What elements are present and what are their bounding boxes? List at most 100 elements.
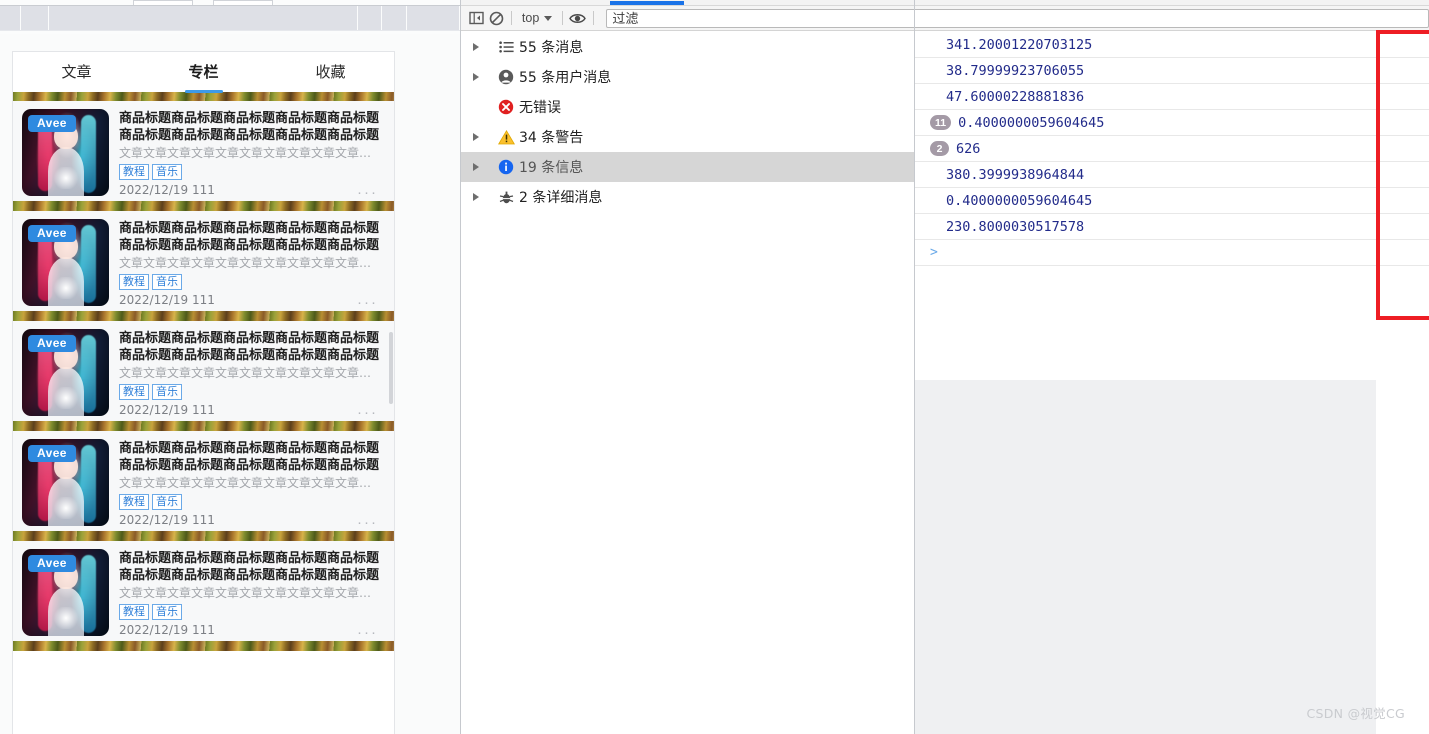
live-expression-icon[interactable]: [568, 7, 588, 29]
avee-badge: Avee: [28, 555, 76, 572]
console-message-row[interactable]: 230.8000030517578: [914, 214, 1429, 240]
console-message-row[interactable]: 2 626: [914, 136, 1429, 162]
tree-row-label: 2 条详细消息: [519, 190, 603, 206]
console-message-row[interactable]: 380.3999938964844: [914, 162, 1429, 188]
card-tag[interactable]: 教程: [119, 604, 149, 620]
card-thumbnail[interactable]: Avee: [22, 329, 109, 416]
card-thumbnail[interactable]: Avee: [22, 109, 109, 196]
toolbar-block-1[interactable]: [0, 6, 20, 30]
toolbar-separator: [592, 11, 594, 25]
console-value: 38.79999923706055: [946, 62, 1085, 79]
console-value: 626: [956, 140, 981, 157]
card-tag[interactable]: 音乐: [152, 384, 182, 400]
expand-arrow-icon[interactable]: [473, 193, 493, 201]
divider-strip-2: [13, 311, 394, 321]
list-item[interactable]: Avee 商品标题商品标题商品标题商品标题商品标题商品标题商品标题商品标题商品标…: [13, 541, 394, 641]
card-tag[interactable]: 教程: [119, 494, 149, 510]
toolbar-bottom-divider: [0, 30, 461, 31]
clear-console-icon[interactable]: [487, 7, 507, 29]
preview-scrollbar[interactable]: [389, 92, 394, 734]
sidebar-toggle-icon[interactable]: [467, 7, 487, 29]
toolbar-block-3[interactable]: [49, 6, 357, 30]
list-icon: [493, 41, 519, 53]
tree-row-info[interactable]: 19 条信息: [461, 152, 914, 182]
card-desc: 文章文章文章文章文章文章文章文章文章文章…: [119, 366, 372, 380]
card-desc: 文章文章文章文章文章文章文章文章文章文章…: [119, 586, 372, 600]
list-item[interactable]: Avee 商品标题商品标题商品标题商品标题商品标题商品标题商品标题商品标题商品标…: [13, 431, 394, 531]
console-value: 380.3999938964844: [946, 166, 1085, 183]
console-message-row[interactable]: 11 0.4000000059604645: [914, 110, 1429, 136]
card-title: 商品标题商品标题商品标题商品标题商品标题商品标题商品标题商品标题商品标题商品标题…: [119, 551, 380, 583]
devtools-pane: top 过滤 55 条消息 55 条用户消息 无错误 34 条警告 19 条信息…: [461, 0, 1429, 734]
card-date: 2022/12/19 111: [119, 183, 215, 197]
card-more-icon[interactable]: ···: [357, 515, 378, 530]
console-prompt-row[interactable]: >: [914, 240, 1429, 266]
toolbar-block-4[interactable]: [358, 6, 381, 30]
console-message-row[interactable]: 38.79999923706055: [914, 58, 1429, 84]
tab-zhuanlan[interactable]: 专栏: [140, 52, 267, 93]
card-more-icon[interactable]: ···: [357, 185, 378, 200]
expand-arrow-icon[interactable]: [473, 133, 493, 141]
list-item[interactable]: Avee 商品标题商品标题商品标题商品标题商品标题商品标题商品标题商品标题商品标…: [13, 211, 394, 311]
tree-row-label: 55 条消息: [519, 40, 584, 56]
console-message-row[interactable]: 47.60000228881836: [914, 84, 1429, 110]
prompt-chevron-icon: >: [930, 245, 938, 260]
card-tags: 教程 音乐: [119, 384, 385, 400]
console-toolbar: top 过滤: [461, 6, 1429, 31]
list-item[interactable]: Avee 商品标题商品标题商品标题商品标题商品标题商品标题商品标题商品标题商品标…: [13, 321, 394, 421]
card-body: 商品标题商品标题商品标题商品标题商品标题商品标题商品标题商品标题商品标题商品标题…: [119, 219, 385, 307]
console-column-divider: [914, 0, 915, 734]
tree-row-errors[interactable]: 无错误: [461, 92, 914, 122]
preview-scrollbar-thumb[interactable]: [389, 332, 393, 404]
list-item[interactable]: Avee 商品标题商品标题商品标题商品标题商品标题商品标题商品标题商品标题商品标…: [13, 101, 394, 201]
device-preview-pane: 文章 专栏 收藏 Avee 商品标题商品标题商品标题商品标题商品标题商品标题商品…: [0, 34, 461, 734]
toolbar-separator: [562, 11, 564, 25]
tree-row-verbose[interactable]: 2 条详细消息: [461, 182, 914, 212]
console-tree: 55 条消息 55 条用户消息 无错误 34 条警告 19 条信息 2 条详细消…: [461, 32, 914, 212]
card-title: 商品标题商品标题商品标题商品标题商品标题商品标题商品标题商品标题商品标题商品标题…: [119, 221, 380, 253]
card-more-icon[interactable]: ···: [357, 405, 378, 420]
context-selector[interactable]: top: [517, 11, 557, 25]
thumb-art-glow: [52, 497, 80, 519]
toolbar-separator: [511, 11, 512, 25]
card-tags: 教程 音乐: [119, 274, 385, 290]
divider-strip-4: [13, 531, 394, 541]
card-thumbnail[interactable]: Avee: [22, 549, 109, 636]
card-tag[interactable]: 音乐: [152, 604, 182, 620]
expand-arrow-icon[interactable]: [473, 73, 493, 81]
card-tag[interactable]: 教程: [119, 384, 149, 400]
tab-shoucang[interactable]: 收藏: [267, 52, 394, 93]
card-tag[interactable]: 教程: [119, 274, 149, 290]
console-message-row[interactable]: 0.4000000059604645: [914, 188, 1429, 214]
card-thumbnail[interactable]: Avee: [22, 219, 109, 306]
expand-arrow-icon[interactable]: [473, 43, 493, 51]
toolbar-block-5[interactable]: [382, 6, 406, 30]
expand-arrow-icon[interactable]: [473, 163, 493, 171]
card-tag[interactable]: 音乐: [152, 164, 182, 180]
repeat-count-badge: 11: [930, 115, 952, 130]
card-body: 商品标题商品标题商品标题商品标题商品标题商品标题商品标题商品标题商品标题商品标题…: [119, 439, 385, 527]
card-date: 2022/12/19 111: [119, 623, 215, 637]
screen-root: 文章 专栏 收藏 Avee 商品标题商品标题商品标题商品标题商品标题商品标题商品…: [0, 0, 1429, 734]
card-more-icon[interactable]: ···: [357, 295, 378, 310]
toolbar-block-6[interactable]: [407, 6, 459, 30]
tree-row-warnings[interactable]: 34 条警告: [461, 122, 914, 152]
card-title: 商品标题商品标题商品标题商品标题商品标题商品标题商品标题商品标题商品标题商品标题…: [119, 331, 380, 363]
verbose-icon: [493, 190, 519, 205]
filter-input[interactable]: 过滤: [606, 8, 1429, 28]
tree-row-user-messages[interactable]: 55 条用户消息: [461, 62, 914, 92]
thumb-art-glow: [52, 607, 80, 629]
tab-wenzhang[interactable]: 文章: [13, 52, 140, 93]
console-empty-area: [915, 380, 1376, 734]
card-tag[interactable]: 教程: [119, 164, 149, 180]
card-thumbnail[interactable]: Avee: [22, 439, 109, 526]
card-tag[interactable]: 音乐: [152, 494, 182, 510]
toolbar-block-2[interactable]: [21, 6, 48, 30]
card-more-icon[interactable]: ···: [357, 625, 378, 640]
divider-strip-5: [13, 641, 394, 651]
card-tag[interactable]: 音乐: [152, 274, 182, 290]
console-message-row[interactable]: 341.20001220703125: [914, 32, 1429, 58]
divider-strip-0: [13, 92, 394, 101]
tree-row-messages[interactable]: 55 条消息: [461, 32, 914, 62]
watermark: CSDN @视觉CG: [1306, 706, 1405, 721]
